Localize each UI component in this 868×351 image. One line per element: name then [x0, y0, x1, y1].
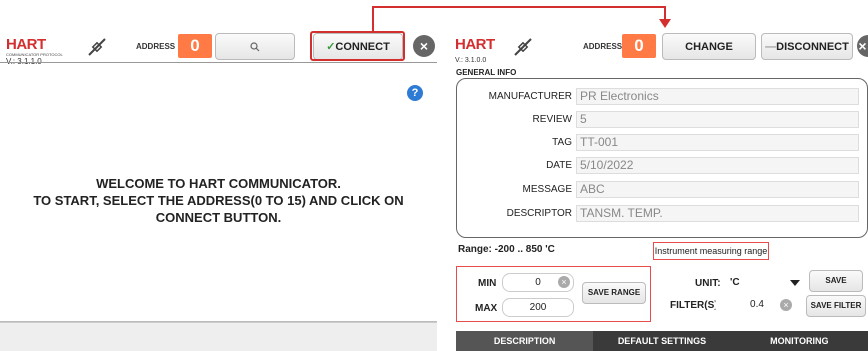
- clear-icon[interactable]: ×: [558, 276, 570, 288]
- filter-label: FILTER(S): [670, 300, 718, 311]
- instrument-range-callout: Instrument measuring range: [653, 242, 769, 260]
- min-label: MIN: [478, 278, 497, 289]
- welcome-message: WELCOME TO HART COMMUNICATOR. TO START, …: [0, 175, 437, 226]
- address-label-right: ADDRESS: [583, 42, 623, 51]
- address-input[interactable]: 0: [178, 34, 212, 58]
- field-label: DESCRIPTOR: [506, 207, 572, 219]
- field-tag: TAG TT-001: [456, 133, 859, 151]
- field-value[interactable]: TANSM. TEMP.: [576, 204, 859, 222]
- address-label: ADDRESS: [136, 42, 176, 51]
- change-button[interactable]: CHANGE: [662, 33, 756, 60]
- connect-highlight: [310, 31, 405, 61]
- max-input[interactable]: 200: [502, 298, 574, 317]
- tab-monitoring[interactable]: MONITORING: [731, 331, 868, 351]
- field-message: MESSAGE ABC: [456, 180, 859, 198]
- help-icon[interactable]: ?: [407, 85, 423, 101]
- tab-default-settings[interactable]: DEFAULT SETTINGS: [593, 331, 730, 351]
- address-input-right[interactable]: 0: [622, 34, 656, 58]
- general-info-title: GENERAL INFO: [456, 68, 517, 77]
- app-logo-right: HART: [455, 36, 495, 53]
- search-button[interactable]: [215, 33, 295, 60]
- welcome-area: ? WELCOME TO HART COMMUNICATOR. TO START…: [0, 62, 437, 322]
- field-label: REVIEW: [532, 113, 572, 125]
- probe-icon: [88, 38, 106, 56]
- save-range-button[interactable]: SAVE RANGE: [582, 282, 646, 304]
- search-icon: [250, 42, 260, 52]
- save-filter-button[interactable]: SAVE FILTER: [806, 295, 866, 317]
- welcome-line-3: CONNECT BUTTON.: [155, 210, 282, 225]
- probe-icon: [514, 38, 532, 56]
- annotation-arrow-up: [372, 6, 374, 31]
- field-review: REVIEW 5: [456, 110, 859, 128]
- max-label: MAX: [475, 303, 498, 314]
- unit-label: UNIT:: [695, 278, 721, 289]
- disconnect-button[interactable]: —DISCONNECT: [761, 33, 853, 60]
- field-value[interactable]: TT-001: [576, 133, 859, 151]
- version-label-right: V.: 3.1.0.0: [455, 57, 487, 64]
- field-label: DATE: [546, 159, 572, 171]
- annotation-arrow-down: [664, 6, 666, 20]
- welcome-line-1: WELCOME TO HART COMMUNICATOR.: [96, 176, 341, 191]
- field-value[interactable]: ABC: [576, 180, 859, 198]
- field-manufacturer: MANUFACTURER PR Electronics: [456, 87, 859, 105]
- clear-icon[interactable]: ×: [780, 299, 792, 311]
- field-date: DATE 5/10/2022: [456, 156, 859, 174]
- field-value[interactable]: PR Electronics: [576, 87, 859, 105]
- chevron-down-icon[interactable]: [790, 280, 800, 286]
- annotation-arrow-top: [372, 6, 666, 8]
- save-button[interactable]: SAVE: [809, 270, 863, 292]
- range-title: Range: -200 .. 850 'C: [458, 244, 555, 255]
- bottom-tabs: DESCRIPTION DEFAULT SETTINGS MONITORING: [456, 331, 868, 351]
- close-icon[interactable]: ×: [857, 35, 868, 57]
- disconnect-label: DISCONNECT: [776, 41, 849, 53]
- welcome-line-2: TO START, SELECT THE ADDRESS(0 TO 15) AN…: [33, 193, 404, 208]
- disconnect-icon: —: [765, 41, 777, 53]
- field-label: TAG: [552, 136, 572, 148]
- tab-description[interactable]: DESCRIPTION: [456, 331, 594, 351]
- field-value[interactable]: 5: [576, 110, 859, 128]
- field-label: MESSAGE: [522, 183, 572, 195]
- annotation-arrow-head: [659, 19, 671, 28]
- field-descriptor: DESCRIPTOR TANSM. TEMP.: [456, 204, 859, 222]
- close-icon[interactable]: ×: [413, 35, 435, 57]
- field-value[interactable]: 5/10/2022: [576, 156, 859, 174]
- left-footer-bar: [0, 322, 437, 351]
- field-label: MANUFACTURER: [488, 90, 572, 102]
- app-logo: HART: [6, 36, 46, 53]
